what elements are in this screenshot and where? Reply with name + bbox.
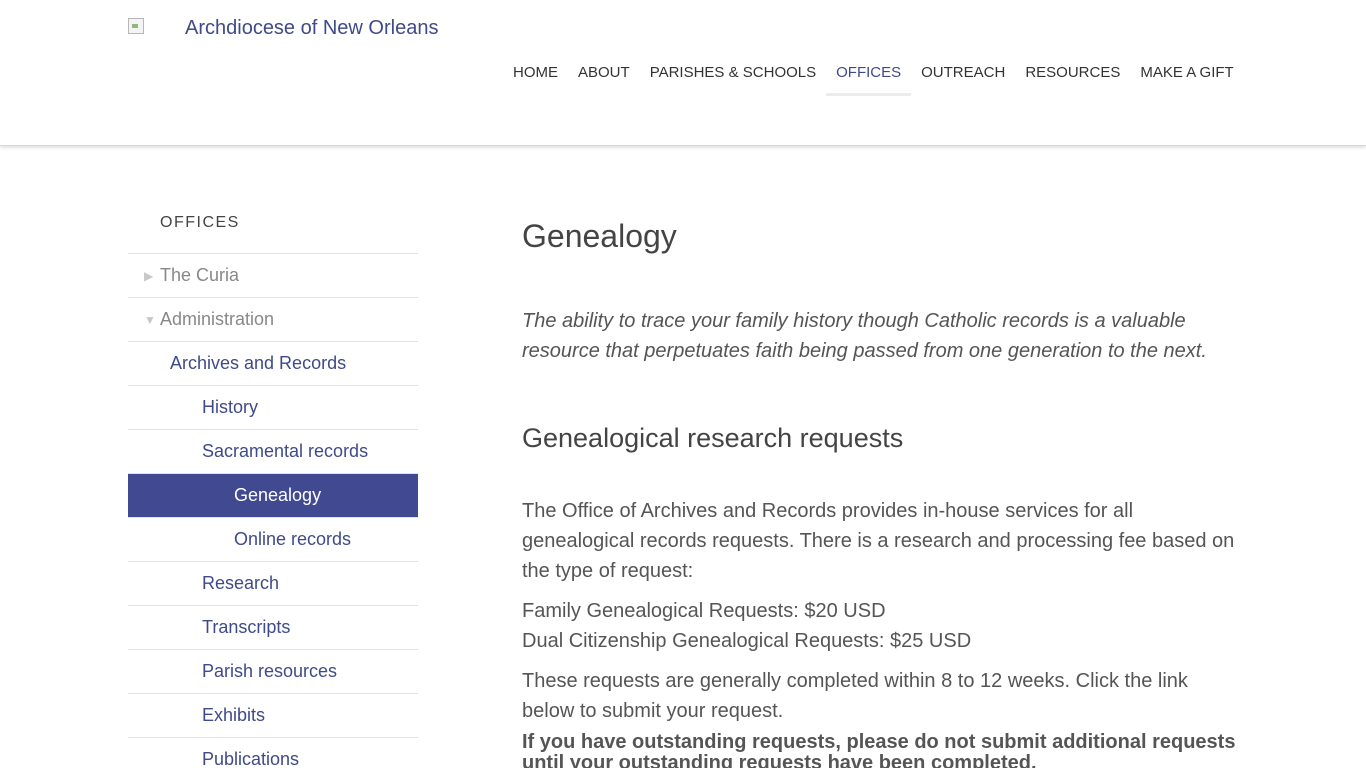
sidebar-item-the-curia[interactable]: ▶ The Curia <box>128 254 418 298</box>
sidebar-item-label: The Curia <box>160 265 240 285</box>
main-content: Genealogy The ability to trace your fami… <box>522 212 1242 768</box>
sidebar-item-archives-and-records[interactable]: Archives and Records <box>128 342 418 386</box>
sidebar-item-label: History <box>202 397 259 417</box>
triangle-right-icon[interactable]: ▶ <box>144 269 158 283</box>
sidebar-item-administration[interactable]: ▼ Administration <box>128 298 418 342</box>
sidebar-item-genealogy[interactable]: Genealogy <box>128 474 418 518</box>
fee-list: Family Genealogical Requests: $20 USD Du… <box>522 596 1242 656</box>
services-paragraph: The Office of Archives and Records provi… <box>522 500 1235 582</box>
sidebar-item-label: Research <box>202 573 280 593</box>
nav-make-a-gift[interactable]: MAKE A GIFT <box>1130 62 1243 96</box>
page-title: Genealogy <box>522 218 677 254</box>
nav-parishes-schools[interactable]: PARISHES & SCHOOLS <box>640 62 826 96</box>
sidebar-heading: OFFICES <box>128 200 418 254</box>
sidebar-item-label: Publications <box>202 749 300 768</box>
nav-offices[interactable]: OFFICES <box>826 62 912 96</box>
sidebar-item-exhibits[interactable]: Exhibits <box>128 694 418 738</box>
sidebar-item-publications[interactable]: Publications <box>128 738 418 768</box>
sidebar-item-label: Online records <box>234 529 352 549</box>
outstanding-requests-note: If you have outstanding requests, please… <box>522 731 1236 768</box>
sidebar: OFFICES ▶ The Curia ▼ Administration Arc… <box>128 200 418 768</box>
main-nav: HOME ABOUT PARISHES & SCHOOLS OFFICES OU… <box>503 62 1244 96</box>
sidebar-item-label: Transcripts <box>202 617 291 637</box>
sidebar-item-parish-resources[interactable]: Parish resources <box>128 650 418 694</box>
sidebar-item-transcripts[interactable]: Transcripts <box>128 606 418 650</box>
sidebar-item-online-records[interactable]: Online records <box>128 518 418 562</box>
nav-outreach[interactable]: OUTREACH <box>911 62 1015 96</box>
intro-text: The ability to trace your family history… <box>522 310 1207 362</box>
sidebar-item-label: Administration <box>160 309 275 329</box>
nav-home[interactable]: HOME <box>503 62 568 96</box>
sidebar-item-research[interactable]: Research <box>128 562 418 606</box>
sidebar-item-sacramental-records[interactable]: Sacramental records <box>128 430 418 474</box>
site-title-link[interactable]: Archdiocese of New Orleans <box>185 17 438 40</box>
turnaround-paragraph: These requests are generally completed w… <box>522 670 1188 722</box>
sidebar-item-label: Archives and Records <box>170 353 347 373</box>
sidebar-item-history[interactable]: History <box>128 386 418 430</box>
triangle-down-icon[interactable]: ▼ <box>144 313 158 327</box>
sidebar-item-label: Parish resources <box>202 661 338 681</box>
site-header: Archdiocese of New Orleans HOME ABOUT PA… <box>0 0 1366 146</box>
fee-dual-citizenship: Dual Citizenship Genealogical Requests: … <box>522 630 972 652</box>
nav-about[interactable]: ABOUT <box>568 62 640 96</box>
sidebar-item-label: Sacramental records <box>202 441 369 461</box>
sidebar-item-label: Exhibits <box>202 705 266 725</box>
fee-family: Family Genealogical Requests: $20 USD <box>522 600 886 622</box>
nav-resources[interactable]: RESOURCES <box>1015 62 1130 96</box>
section-title: Genealogical research requests <box>522 423 904 453</box>
sidebar-item-label: Genealogy <box>234 485 322 505</box>
broken-image-icon[interactable] <box>128 18 144 34</box>
